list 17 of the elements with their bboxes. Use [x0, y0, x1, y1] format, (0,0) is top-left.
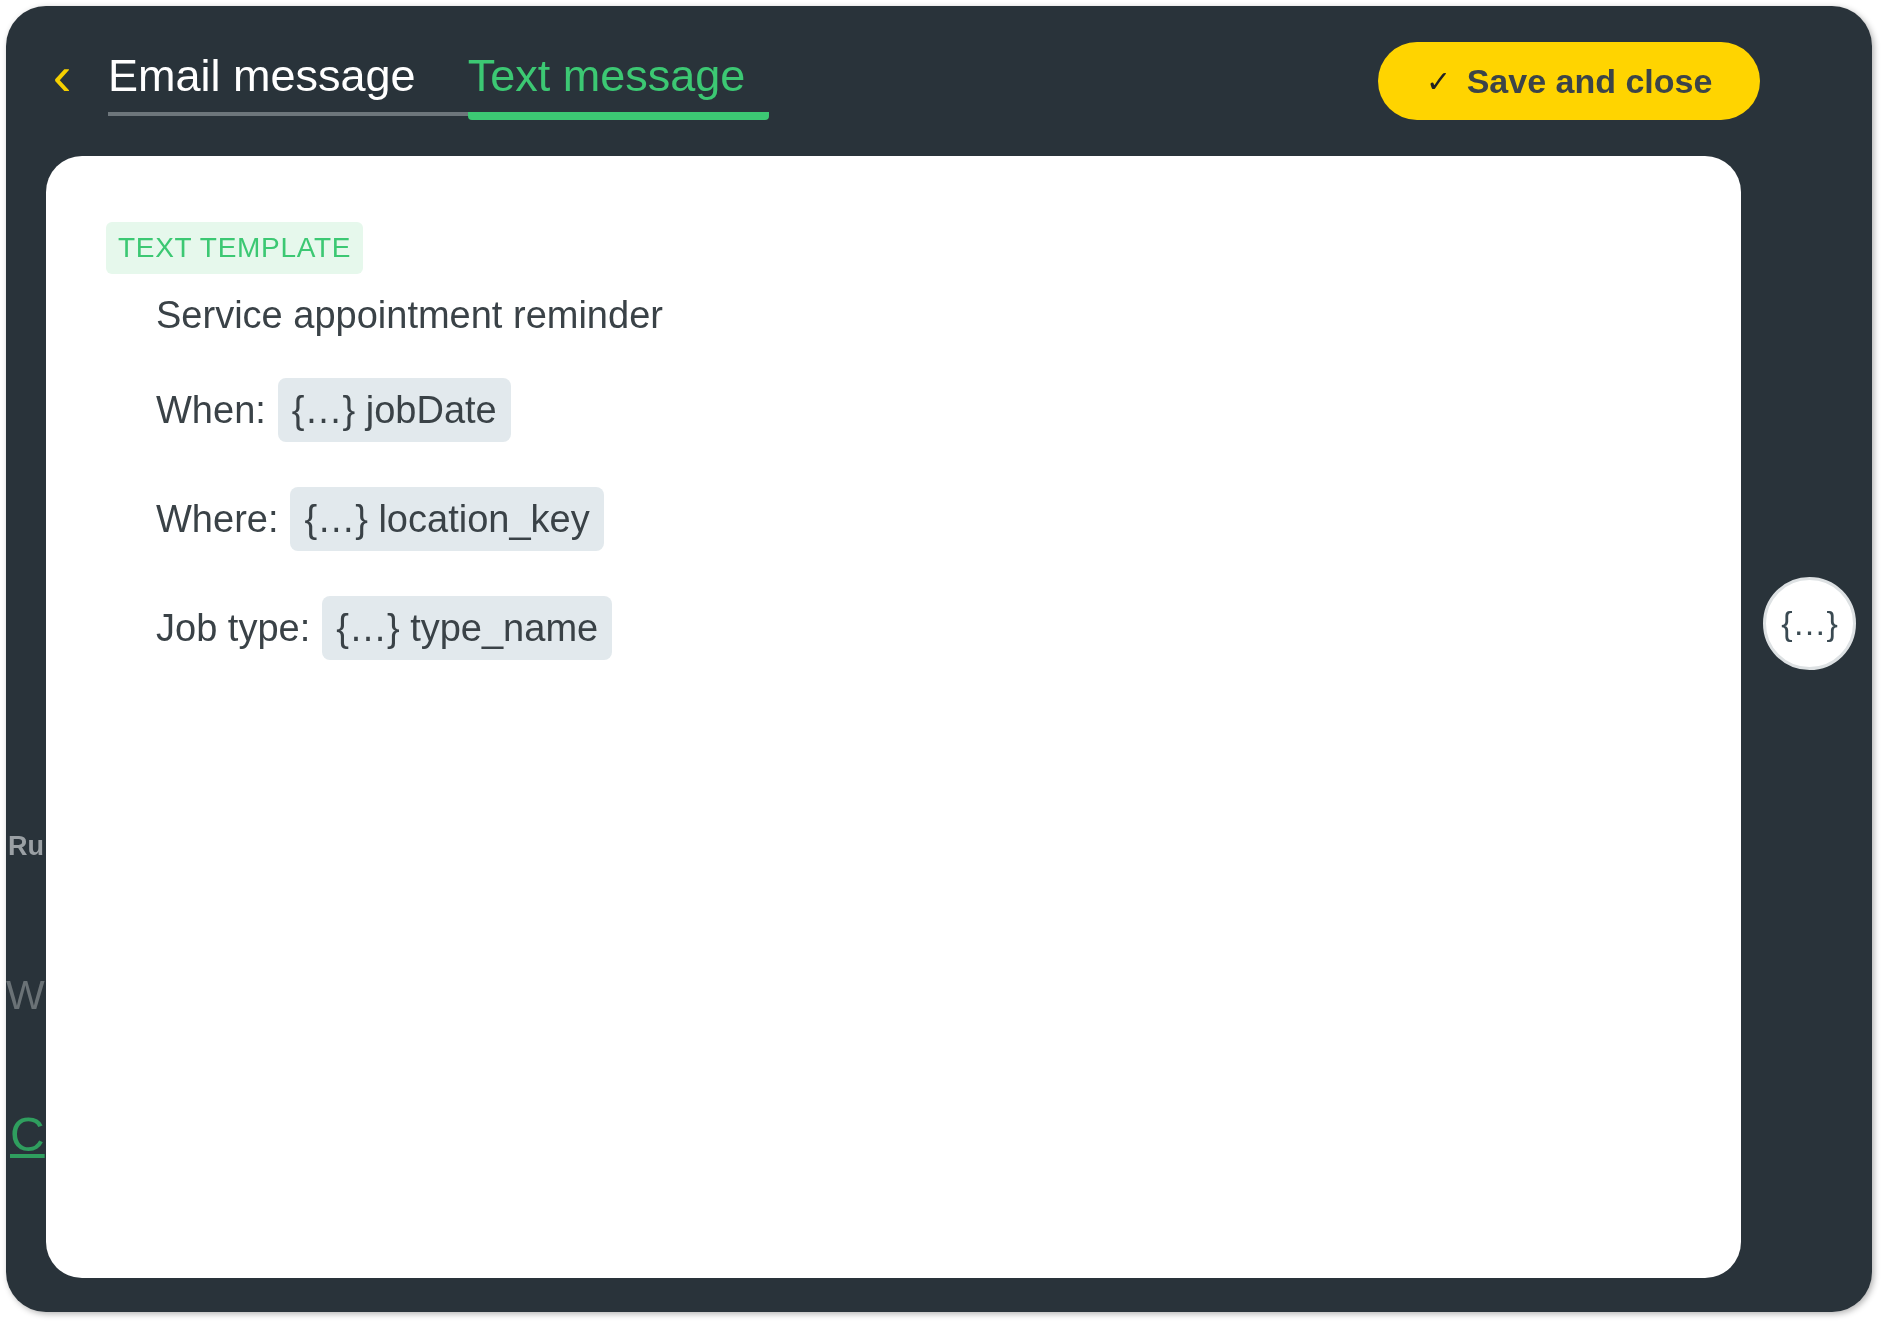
field-label: Job type: — [156, 605, 311, 651]
template-badge: TEXT TEMPLATE — [106, 222, 364, 274]
back-button[interactable]: ‹ — [42, 48, 82, 104]
variable-chip[interactable]: {…} location_key — [290, 487, 604, 551]
check-icon: ✓ — [1425, 58, 1451, 104]
field-label: Where: — [156, 496, 279, 542]
tab[interactable]: Email message — [108, 52, 468, 116]
template-title: Service appointment reminder — [156, 296, 664, 334]
tab[interactable]: Text message — [467, 52, 770, 120]
insert-variable-button[interactable]: {…} — [1763, 577, 1856, 670]
variable-chip[interactable]: {…} type_name — [322, 596, 613, 660]
button-label: Save and close — [1466, 60, 1713, 102]
variable-chip[interactable]: {…} jobDate — [277, 378, 511, 442]
background-heading: W — [6, 975, 45, 1016]
field-label: When: — [156, 387, 266, 433]
save-and-close-button[interactable]: ✓ Save and close — [1378, 42, 1760, 120]
background-heading: Ru — [8, 833, 44, 860]
